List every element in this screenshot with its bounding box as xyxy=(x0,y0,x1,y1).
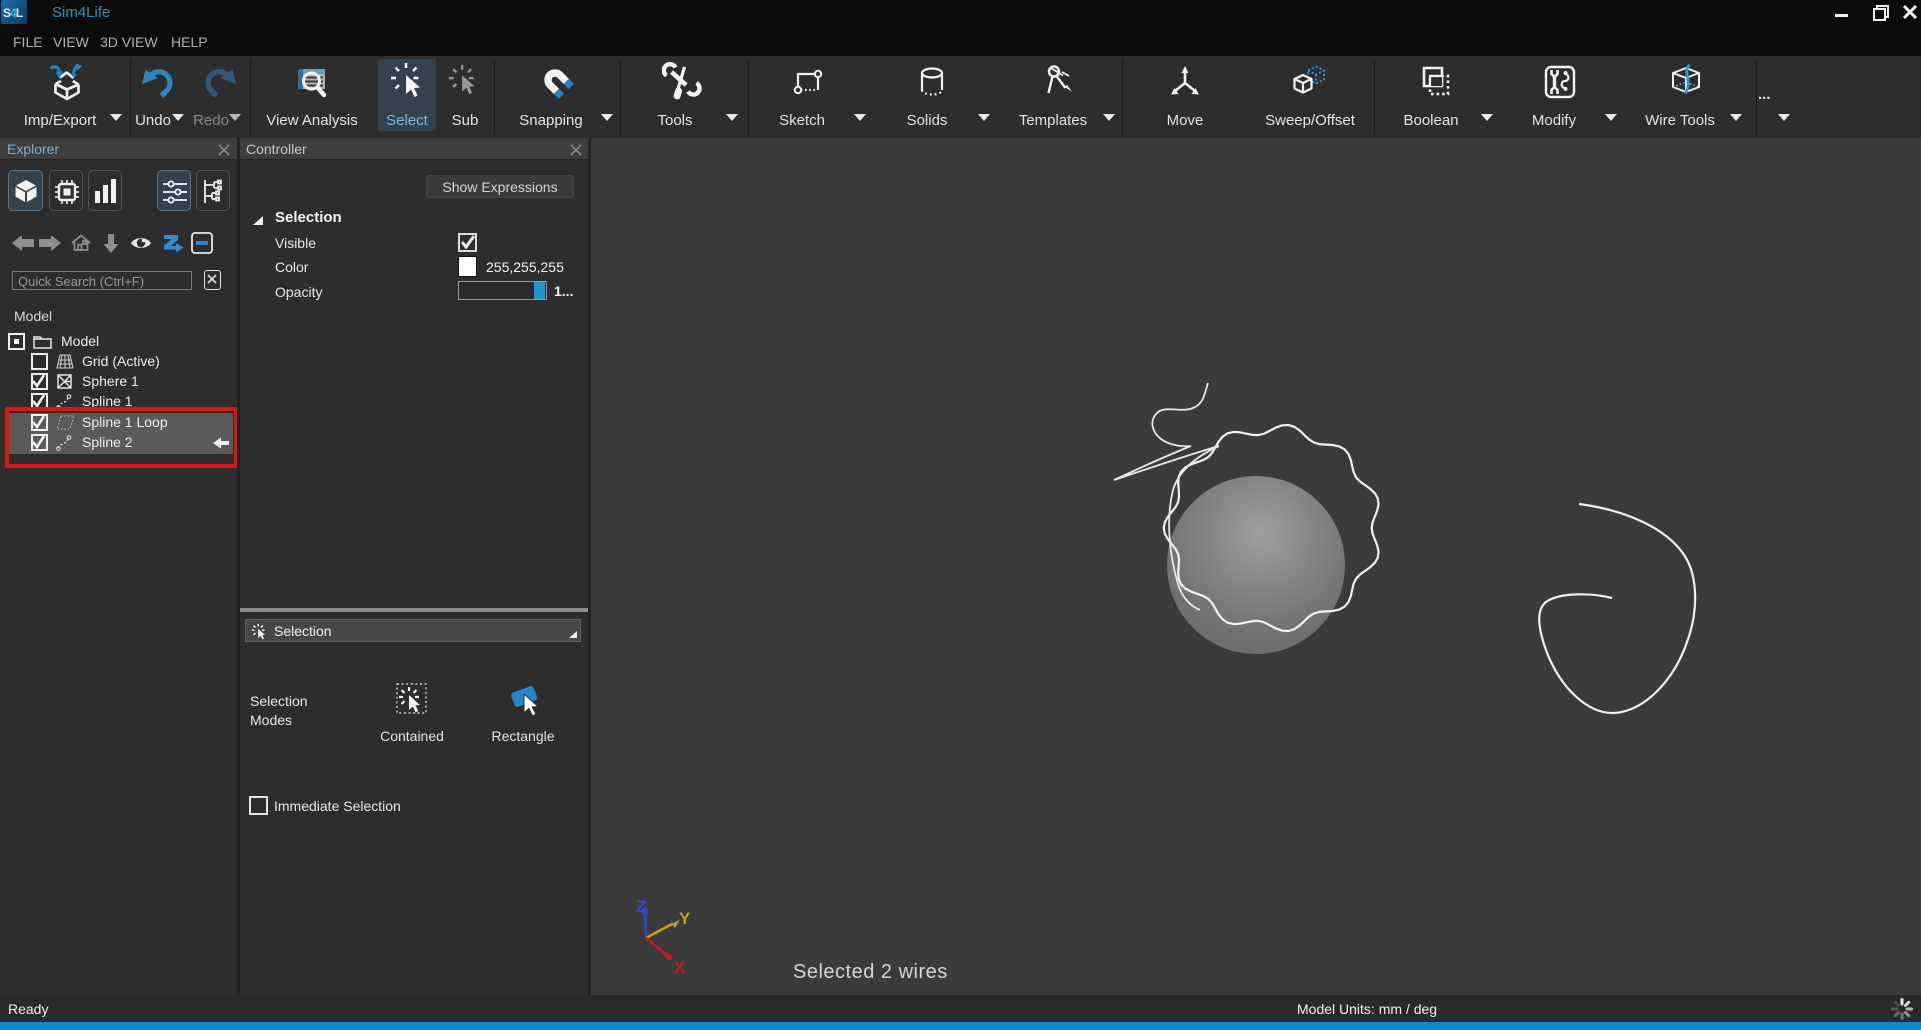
svg-text:Y: Y xyxy=(679,909,691,928)
svg-text:X: X xyxy=(674,958,686,977)
svg-text:Z: Z xyxy=(636,897,646,916)
